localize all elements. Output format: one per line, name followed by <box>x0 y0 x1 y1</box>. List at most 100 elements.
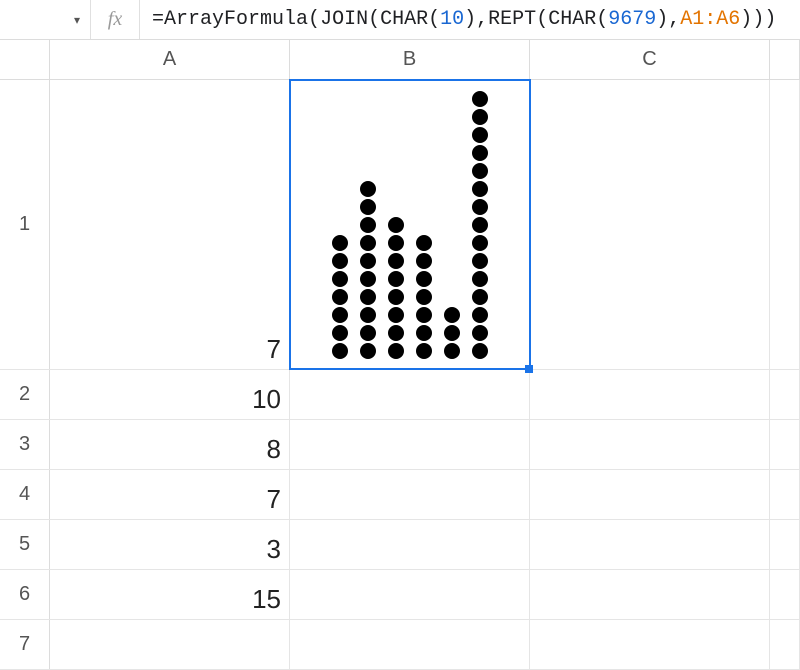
cell-rest-1[interactable] <box>770 80 800 369</box>
dot-icon <box>472 91 488 107</box>
cell-A4[interactable]: 7 <box>50 470 290 519</box>
cell-C4[interactable] <box>530 470 770 519</box>
cell-C2[interactable] <box>530 370 770 419</box>
dot-icon <box>416 307 432 323</box>
dot-column <box>416 235 432 359</box>
row-header-1[interactable]: 1 <box>0 80 50 369</box>
dot-icon <box>360 307 376 323</box>
dot-icon <box>332 271 348 287</box>
cell-B7[interactable] <box>290 620 530 669</box>
row-1: 1 7 <box>0 80 800 370</box>
formula-token: ( <box>536 8 548 31</box>
formula-token: ( <box>596 8 608 31</box>
cell-B3[interactable] <box>290 420 530 469</box>
row-5: 5 3 <box>0 520 800 570</box>
cell-B5[interactable] <box>290 520 530 569</box>
dot-icon <box>360 253 376 269</box>
dot-icon <box>360 235 376 251</box>
row-4: 4 7 <box>0 470 800 520</box>
dot-icon <box>416 235 432 251</box>
cell-C1[interactable] <box>530 80 770 369</box>
dot-icon <box>416 253 432 269</box>
dot-icon <box>416 325 432 341</box>
dot-icon <box>444 343 460 359</box>
dot-icon <box>416 271 432 287</box>
cell-A5[interactable]: 3 <box>50 520 290 569</box>
formula-token: 9679 <box>608 8 656 31</box>
row-header-4[interactable]: 4 <box>0 470 50 519</box>
dot-icon <box>360 181 376 197</box>
dot-icon <box>472 343 488 359</box>
row-header-5[interactable]: 5 <box>0 520 50 569</box>
cell-C5[interactable] <box>530 520 770 569</box>
column-header-B[interactable]: B <box>290 40 530 79</box>
cell-value: 7 <box>267 334 281 365</box>
select-all-corner[interactable] <box>0 40 50 79</box>
cell-B4[interactable] <box>290 470 530 519</box>
cell-A3[interactable]: 8 <box>50 420 290 469</box>
formula-token: A1:A6 <box>680 8 740 31</box>
cell-A6[interactable]: 15 <box>50 570 290 619</box>
formula-input[interactable]: =ArrayFormula(JOIN(CHAR(10),REPT(CHAR(96… <box>140 0 800 39</box>
dot-icon <box>472 289 488 305</box>
cell-C6[interactable] <box>530 570 770 619</box>
row-header-2[interactable]: 2 <box>0 370 50 419</box>
formula-token: JOIN <box>320 8 368 31</box>
dot-icon <box>332 253 348 269</box>
cell-A1[interactable]: 7 <box>50 80 290 369</box>
cell-A2[interactable]: 10 <box>50 370 290 419</box>
cell-value: 15 <box>252 584 281 615</box>
dot-icon <box>360 199 376 215</box>
formula-token: CHAR <box>380 8 428 31</box>
row-6: 6 15 <box>0 570 800 620</box>
column-headers: A B C <box>0 40 800 80</box>
cell-B1[interactable] <box>290 80 530 369</box>
column-header-A[interactable]: A <box>50 40 290 79</box>
column-header-C[interactable]: C <box>530 40 770 79</box>
name-box[interactable]: ▾ <box>0 0 90 39</box>
row-header-7[interactable]: 7 <box>0 620 50 669</box>
column-header-rest[interactable] <box>770 40 800 79</box>
formula-token: ) <box>740 8 752 31</box>
row-header-6[interactable]: 6 <box>0 570 50 619</box>
dot-icon <box>332 235 348 251</box>
formula-token: ) <box>764 8 776 31</box>
dot-icon <box>332 343 348 359</box>
dot-icon <box>360 271 376 287</box>
cell-C3[interactable] <box>530 420 770 469</box>
formula-bar: ▾ fx =ArrayFormula(JOIN(CHAR(10),REPT(CH… <box>0 0 800 40</box>
dot-icon <box>416 343 432 359</box>
rows: 1 7 2 10 3 8 4 7 <box>0 80 800 670</box>
cell-value: 7 <box>267 484 281 515</box>
dot-icon <box>416 289 432 305</box>
chevron-down-icon: ▾ <box>74 13 80 27</box>
cell-rest-6[interactable] <box>770 570 800 619</box>
selection-handle[interactable] <box>525 365 533 373</box>
cell-rest-7[interactable] <box>770 620 800 669</box>
dot-icon <box>472 109 488 125</box>
dot-icon <box>388 307 404 323</box>
dot-icon <box>388 235 404 251</box>
cell-rest-4[interactable] <box>770 470 800 519</box>
dot-icon <box>472 325 488 341</box>
cell-rest-3[interactable] <box>770 420 800 469</box>
dot-column <box>388 217 404 359</box>
dot-column <box>444 307 460 359</box>
cell-C7[interactable] <box>530 620 770 669</box>
cell-rest-5[interactable] <box>770 520 800 569</box>
cell-rest-2[interactable] <box>770 370 800 419</box>
formula-token: ( <box>308 8 320 31</box>
cell-B2[interactable] <box>290 370 530 419</box>
formula-token: , <box>668 8 680 31</box>
fx-box[interactable]: fx <box>90 0 140 39</box>
row-2: 2 10 <box>0 370 800 420</box>
row-header-3[interactable]: 3 <box>0 420 50 469</box>
spreadsheet-grid: A B C 1 7 2 10 3 8 <box>0 40 800 670</box>
formula-token: ) <box>464 8 476 31</box>
formula-token: ArrayFormula <box>164 8 308 31</box>
cell-A7[interactable] <box>50 620 290 669</box>
cell-B6[interactable] <box>290 570 530 619</box>
formula-token: , <box>476 8 488 31</box>
formula-token: 10 <box>440 8 464 31</box>
dot-icon <box>388 325 404 341</box>
